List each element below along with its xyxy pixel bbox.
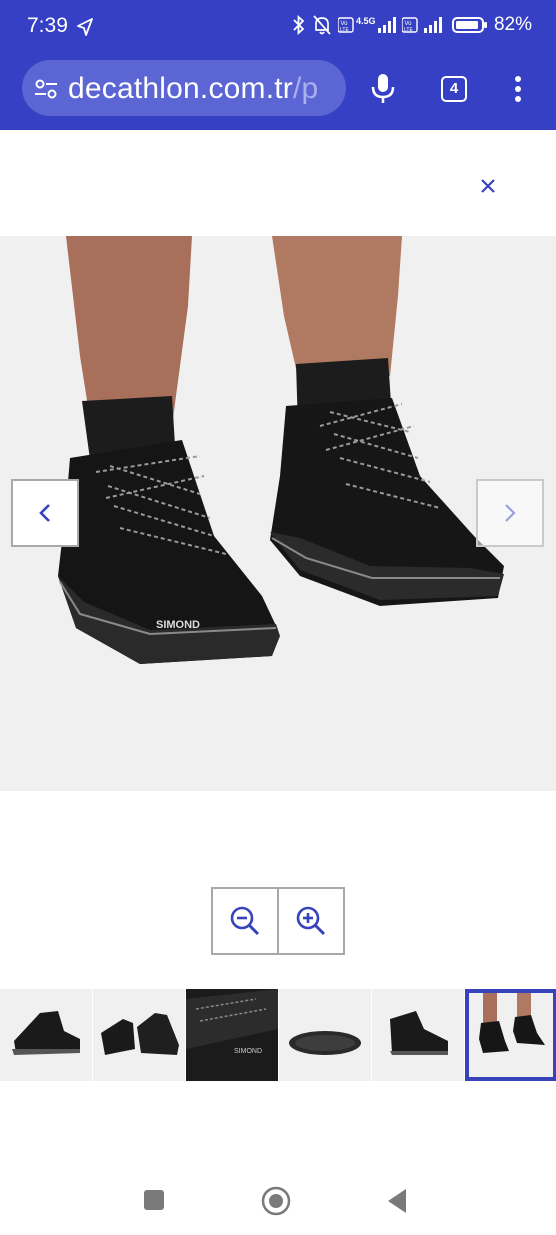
system-navigation-bar (144, 1186, 406, 1216)
back-icon[interactable] (388, 1189, 406, 1213)
thumbnail-1[interactable] (0, 989, 92, 1081)
tab-switcher-button[interactable]: 4 (441, 76, 467, 102)
close-icon[interactable] (474, 172, 502, 200)
svg-text:SIMOND: SIMOND (234, 1048, 262, 1055)
browser-toolbar: decathlon.com.tr/p 4 (0, 56, 556, 130)
chevron-left-icon (39, 504, 50, 522)
thumbnail-boot-sole-image (289, 1031, 361, 1055)
previous-image-button[interactable] (11, 479, 79, 547)
chevron-right-icon (505, 504, 516, 522)
thumbnail-2[interactable] (93, 989, 185, 1081)
volte-signal-icon: VoLTE4.5G (337, 16, 396, 33)
more-menu-icon[interactable] (513, 74, 523, 104)
zoom-in-button[interactable] (279, 889, 343, 953)
thumbnail-5[interactable] (372, 989, 464, 1081)
zoom-out-button[interactable] (213, 889, 277, 953)
svg-text:LTE: LTE (404, 27, 413, 33)
site-settings-icon[interactable] (34, 78, 58, 100)
next-image-button[interactable] (476, 479, 544, 547)
recent-apps-icon[interactable] (144, 1190, 164, 1210)
status-bar: 7:39 Vo LTE 4.5G Vo LTE 82% (0, 0, 556, 56)
url-text[interactable]: decathlon.com.tr/p (68, 72, 318, 106)
url-host: decathlon.com.tr (68, 72, 293, 105)
thumbnail-strip: SIMOND (0, 989, 556, 1081)
boots-on-feet-illustration: SIMOND (58, 236, 504, 664)
thumbnail-4[interactable] (279, 989, 371, 1081)
home-icon[interactable] (261, 1186, 291, 1216)
boot-brand-label: SIMOND (156, 619, 200, 631)
svg-text:4.5G: 4.5G (356, 16, 376, 26)
status-time: 7:39 (27, 14, 68, 37)
thumbnail-boot-closeup-image: SIMOND (186, 989, 278, 1081)
zoom-in-icon (296, 906, 326, 936)
battery-icon (451, 17, 487, 33)
product-image[interactable]: SIMOND (0, 236, 556, 791)
zoom-controls (211, 887, 345, 955)
volte-signal-2-icon: VoLTE (401, 17, 442, 33)
url-path: /p (292, 72, 319, 105)
microphone-icon[interactable] (370, 72, 396, 106)
thumbnail-3[interactable]: SIMOND (186, 989, 278, 1081)
thumbnail-boots-on-feet-image (479, 993, 545, 1053)
thumbnail-boot-angle-image (390, 1011, 448, 1055)
bluetooth-icon (293, 14, 305, 36)
thumbnail-6-selected[interactable] (465, 989, 556, 1081)
svg-text:LTE: LTE (340, 27, 349, 33)
thumbnail-boot-pair-image (101, 1013, 179, 1055)
zoom-out-icon (230, 906, 260, 936)
battery-level: 82% (493, 14, 532, 35)
navigation-icon (77, 18, 93, 36)
address-bar[interactable]: decathlon.com.tr/p (22, 60, 346, 116)
thumbnail-boot-side-image (12, 1011, 80, 1055)
mute-bell-icon (313, 15, 331, 35)
